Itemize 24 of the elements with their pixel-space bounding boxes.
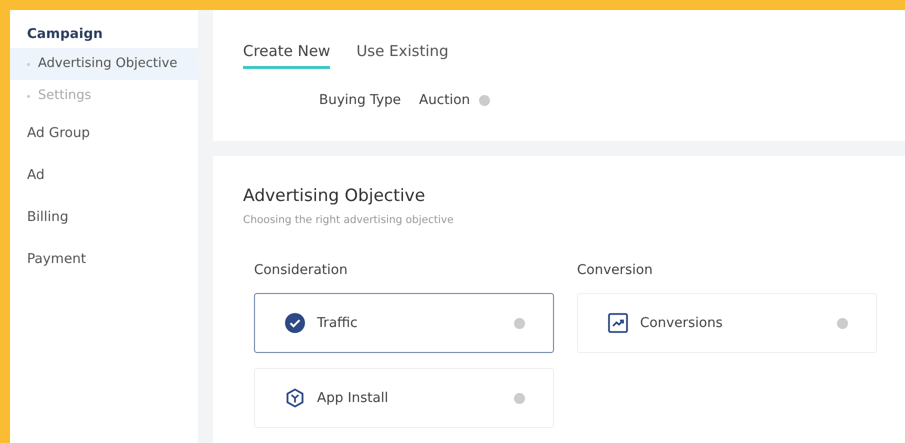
sidebar-item[interactable]: Ad bbox=[10, 154, 198, 196]
sidebar-item[interactable]: Payment bbox=[10, 238, 198, 280]
group-title: Consideration bbox=[254, 262, 349, 278]
objective-option[interactable]: Traffic bbox=[254, 293, 554, 353]
objective-option[interactable]: Conversions bbox=[577, 293, 877, 353]
group-title: Conversion bbox=[577, 262, 654, 278]
hexagon-icon bbox=[285, 388, 305, 408]
checkmark-icon bbox=[285, 313, 305, 333]
tab[interactable]: Use Existing bbox=[356, 40, 449, 69]
chart-icon bbox=[608, 313, 628, 333]
tab[interactable]: Create New bbox=[243, 40, 330, 69]
sidebar-subitem[interactable]: Advertising Objective bbox=[10, 48, 198, 80]
section-title: Advertising Objective bbox=[243, 186, 426, 206]
section-subtitle: Choosing the right advertising objective bbox=[243, 214, 455, 226]
help-icon[interactable] bbox=[837, 318, 848, 328]
sidebar-item[interactable]: Billing bbox=[10, 196, 198, 238]
objective-option[interactable]: App Install bbox=[254, 368, 554, 428]
help-icon[interactable] bbox=[514, 318, 525, 328]
field-label: Buying Type bbox=[319, 92, 401, 108]
field-value: Auction bbox=[418, 92, 470, 108]
sidebar-item[interactable]: Campaign bbox=[10, 24, 198, 48]
help-icon[interactable] bbox=[514, 392, 525, 404]
sidebar-item[interactable]: Ad Group bbox=[10, 112, 198, 154]
help-icon[interactable] bbox=[479, 94, 490, 106]
